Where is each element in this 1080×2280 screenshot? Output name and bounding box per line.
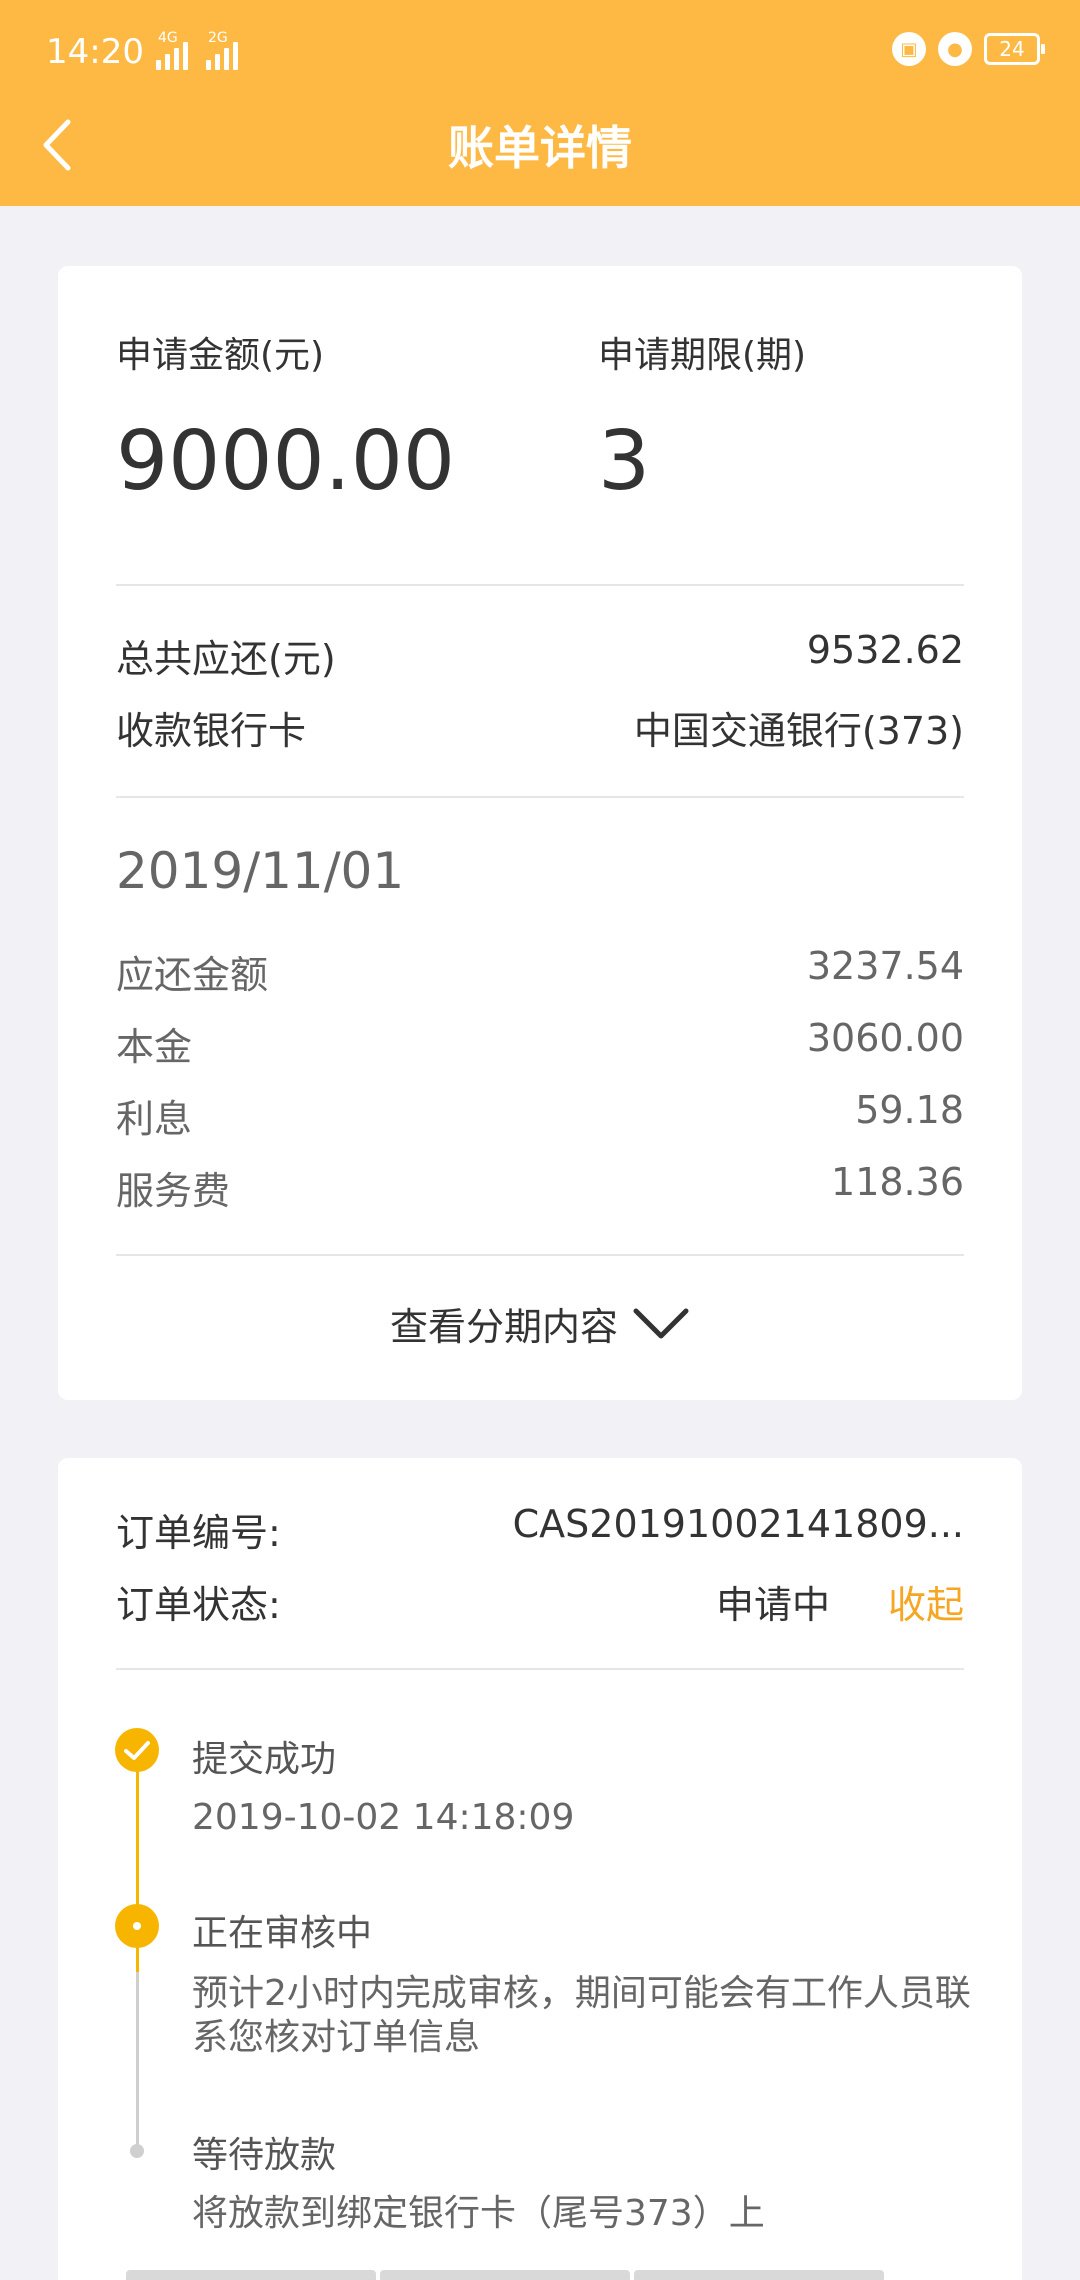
- order-number-label: 订单编号:: [116, 1511, 281, 1555]
- bill-summary-card: 申请金额(元) 申请期限(期) 9000.00 3 总共应还(元) 9532.6…: [58, 266, 1022, 1400]
- page-title: 账单详情: [448, 121, 632, 175]
- term-value: 3: [598, 414, 651, 509]
- timeline-step-desc: 2019-10-02 14:18:09: [192, 1797, 575, 1838]
- interest-value: 59.18: [855, 1088, 964, 1132]
- chevron-down-icon: [633, 1308, 689, 1338]
- timeline-line: [136, 1972, 139, 2150]
- installment-date: 2019/11/01: [116, 842, 405, 900]
- principal-label: 本金: [116, 1025, 193, 1069]
- lock-icon: ▣: [892, 32, 926, 66]
- battery-icon: 24: [984, 33, 1045, 65]
- order-status-card: 订单编号: CAS20191002141809... 订单状态: 申请中 收起 …: [58, 1458, 1022, 2280]
- view-installments-label: 查看分期内容: [389, 1305, 618, 1349]
- amount-label: 申请金额(元): [116, 335, 325, 376]
- order-number-value: CAS20191002141809...: [512, 1502, 964, 1546]
- bank-card-label: 收款银行卡: [116, 709, 307, 753]
- timeline-step-title: 正在审核中: [192, 1913, 373, 1954]
- signal-icon-2g: 2G: [206, 30, 238, 70]
- bottom-tab-hint: [126, 2270, 884, 2280]
- bank-card-value: 中国交通银行(373): [633, 709, 964, 753]
- check-icon: [115, 1728, 159, 1772]
- principal-value: 3060.00: [806, 1016, 964, 1060]
- total-value: 9532.62: [806, 628, 964, 672]
- divider: [116, 796, 964, 798]
- timeline-step-desc: 将放款到绑定银行卡（尾号373）上: [192, 2193, 765, 2234]
- app-header: 14:20 4G 2G ▣ ● 24 账单详情: [0, 0, 1080, 206]
- timeline-step-title: 等待放款: [192, 2135, 337, 2176]
- collapse-button[interactable]: 收起: [888, 1574, 964, 1629]
- location-icon: ●: [938, 32, 972, 66]
- divider: [116, 584, 964, 586]
- due-amount-value: 3237.54: [806, 944, 964, 988]
- status-bar: 14:20 4G 2G ▣ ● 24: [0, 0, 1080, 110]
- timeline-step-desc: 预计2小时内完成审核，期间可能会有工作人员联系您核对订单信息: [192, 1973, 971, 2058]
- divider: [116, 1254, 964, 1256]
- in-progress-dot-icon: [115, 1904, 159, 1948]
- term-label: 申请期限(期): [598, 335, 807, 376]
- signal-icon-4g: 4G: [156, 30, 188, 70]
- due-amount-label: 应还金额: [116, 953, 269, 997]
- timeline-step-title: 提交成功: [192, 1739, 337, 1780]
- service-fee-value: 118.36: [831, 1160, 964, 1204]
- status-icons: ▣ ● 24: [892, 32, 1045, 66]
- view-installments-button[interactable]: 查看分期内容: [58, 1296, 1022, 1351]
- order-status-label: 订单状态:: [116, 1583, 281, 1627]
- order-status-value: 申请中: [715, 1583, 830, 1627]
- interest-label: 利息: [116, 1097, 193, 1141]
- total-label: 总共应还(元): [116, 637, 336, 681]
- pending-dot-icon: [130, 2144, 144, 2158]
- service-fee-label: 服务费: [116, 1169, 231, 1213]
- amount-value: 9000.00: [116, 414, 456, 509]
- divider: [116, 1668, 964, 1670]
- status-time: 14:20: [46, 32, 144, 72]
